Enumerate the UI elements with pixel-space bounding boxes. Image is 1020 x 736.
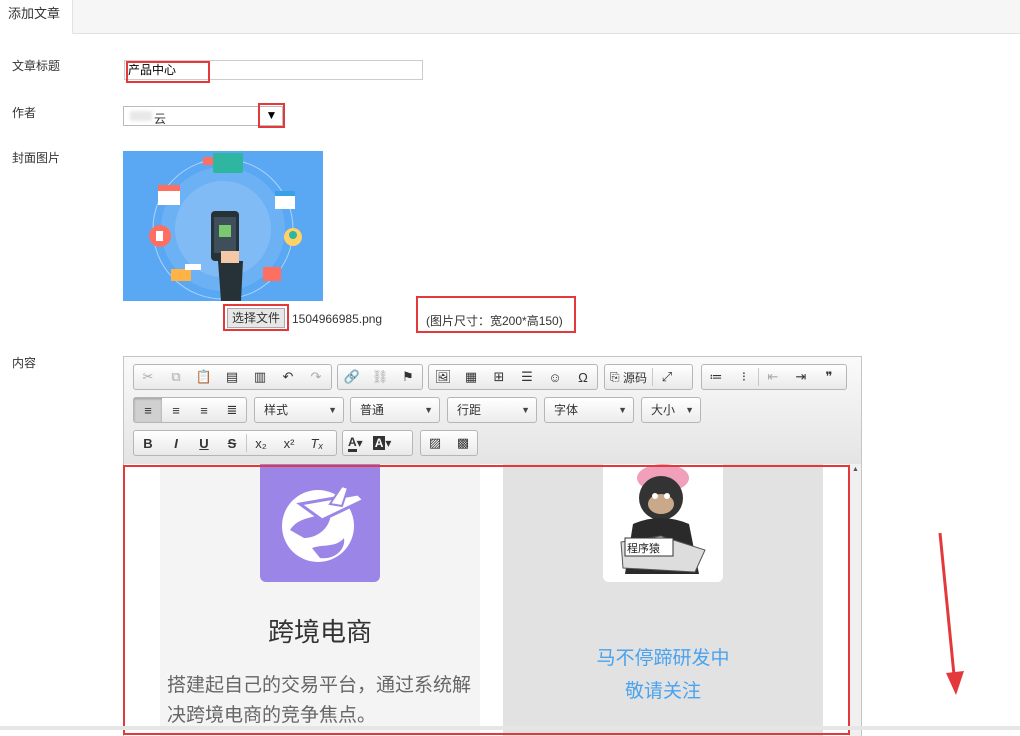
- paste-text-icon[interactable]: ▤: [218, 365, 246, 389]
- bg-color-icon[interactable]: A ▾: [368, 431, 397, 455]
- format-select[interactable]: 普通 ▼: [350, 397, 440, 423]
- bulleted-list-icon[interactable]: ⁝: [730, 365, 758, 389]
- special-char-icon[interactable]: Ω: [569, 365, 597, 389]
- source-button[interactable]: ⎘ 源码: [605, 365, 652, 389]
- source-label: 源码: [622, 370, 647, 385]
- media-group: ▨ ▩: [420, 430, 478, 456]
- chevron-down-icon: ▼: [424, 405, 433, 415]
- redo-icon[interactable]: ↷: [302, 365, 330, 389]
- chevron-down-icon: ▼: [328, 405, 337, 415]
- author-label: 作者: [12, 106, 37, 120]
- table-icon[interactable]: ⊞: [485, 365, 513, 389]
- list-group: ≔ ⁝ ⇤ ⇥ ❞: [701, 364, 847, 390]
- maximize-icon[interactable]: ⤢: [653, 365, 681, 389]
- insert-image-icon[interactable]: ▨: [421, 431, 449, 455]
- underline-button[interactable]: U: [190, 431, 218, 455]
- arrow-down-icon: [938, 532, 964, 695]
- cut-icon[interactable]: ✂: [134, 365, 162, 389]
- bold-button[interactable]: B: [134, 431, 162, 455]
- font-select[interactable]: 字体 ▼: [544, 397, 634, 423]
- text-color-icon[interactable]: A ▾: [343, 431, 368, 455]
- content-label: 内容: [12, 356, 37, 370]
- link-group: 🔗 ⛓ ⚑: [337, 364, 423, 390]
- unlink-icon[interactable]: ⛓: [366, 365, 394, 389]
- align-center-icon[interactable]: ≡: [162, 398, 190, 422]
- author-value: 云: [154, 112, 167, 126]
- cover-label: 封面图片: [12, 151, 61, 165]
- blockquote-icon[interactable]: ❞: [815, 365, 843, 389]
- italic-button[interactable]: I: [162, 431, 190, 455]
- chevron-down-icon: ▼: [618, 405, 627, 415]
- copy-icon[interactable]: ⧉: [162, 365, 190, 389]
- chevron-down-icon: ▼: [685, 405, 694, 415]
- superscript-icon[interactable]: x²: [275, 431, 303, 455]
- clipboard-group: ✂ ⧉ 📋 ▤ ▥ ↶ ↷: [133, 364, 332, 390]
- ecommerce-illustration: [123, 151, 323, 301]
- align-group: ≡ ≡ ≡ ≣: [133, 397, 247, 423]
- highlight-box: [126, 61, 210, 83]
- undo-icon[interactable]: ↶: [274, 365, 302, 389]
- chevron-down-icon[interactable]: ▼: [258, 103, 285, 128]
- title-label: 文章标题: [12, 59, 61, 73]
- tab-bar: 添加文章: [0, 0, 1020, 34]
- blurred-name: [130, 111, 152, 121]
- hr-icon[interactable]: ☰: [513, 365, 541, 389]
- align-left-icon[interactable]: ≡: [134, 398, 162, 422]
- tab-add-article[interactable]: 添加文章: [0, 0, 74, 34]
- qrcode-icon[interactable]: ▩: [449, 431, 477, 455]
- link-icon[interactable]: 🔗: [338, 365, 366, 389]
- remove-format-icon[interactable]: Tₓ: [303, 431, 331, 455]
- insert-group: 🖼 ▦ ⊞ ☰ ☺ Ω: [428, 364, 598, 390]
- cover-image: [123, 151, 323, 301]
- line-height-select[interactable]: 行距 ▼: [447, 397, 537, 423]
- subscript-icon[interactable]: x₂: [247, 431, 275, 455]
- align-justify-icon[interactable]: ≣: [218, 398, 246, 422]
- chevron-down-icon: ▼: [521, 405, 530, 415]
- color-group: A ▾ A ▾: [342, 430, 413, 456]
- highlight-box: [223, 304, 289, 331]
- scroll-up-icon[interactable]: ▲: [852, 466, 859, 473]
- image-icon[interactable]: 🖼: [429, 365, 457, 389]
- anchor-icon[interactable]: ⚑: [394, 365, 422, 389]
- style-select[interactable]: 样式 ▼: [254, 397, 344, 423]
- flash-icon[interactable]: ▦: [457, 365, 485, 389]
- indent-icon[interactable]: ⇥: [787, 365, 815, 389]
- strike-button[interactable]: S: [218, 431, 246, 455]
- font-size-select[interactable]: 大小 ▼: [641, 397, 701, 423]
- highlight-box: [123, 465, 850, 735]
- highlight-box: [416, 296, 576, 333]
- source-icon: ⎘: [610, 369, 623, 384]
- file-name: 1504966985.png: [292, 312, 383, 326]
- editor-toolbar: ✂ ⧉ 📋 ▤ ▥ ↶ ↷ 🔗 ⛓ ⚑ 🖼 ▦ ⊞ ☰ ☺ Ω ⎘ 源码 ⤢ ≔: [124, 357, 861, 465]
- outdent-icon[interactable]: ⇤: [759, 365, 787, 389]
- editor-scrollbar[interactable]: ▲: [849, 464, 861, 736]
- text-style-group: B I U S x₂ x² Tₓ: [133, 430, 337, 456]
- smiley-icon[interactable]: ☺: [541, 365, 569, 389]
- align-right-icon[interactable]: ≡: [190, 398, 218, 422]
- paste-word-icon[interactable]: ▥: [246, 365, 274, 389]
- source-group: ⎘ 源码 ⤢: [604, 364, 693, 390]
- page-scrollbar[interactable]: [0, 726, 1020, 730]
- numbered-list-icon[interactable]: ≔: [702, 365, 730, 389]
- paste-icon[interactable]: 📋: [190, 365, 218, 389]
